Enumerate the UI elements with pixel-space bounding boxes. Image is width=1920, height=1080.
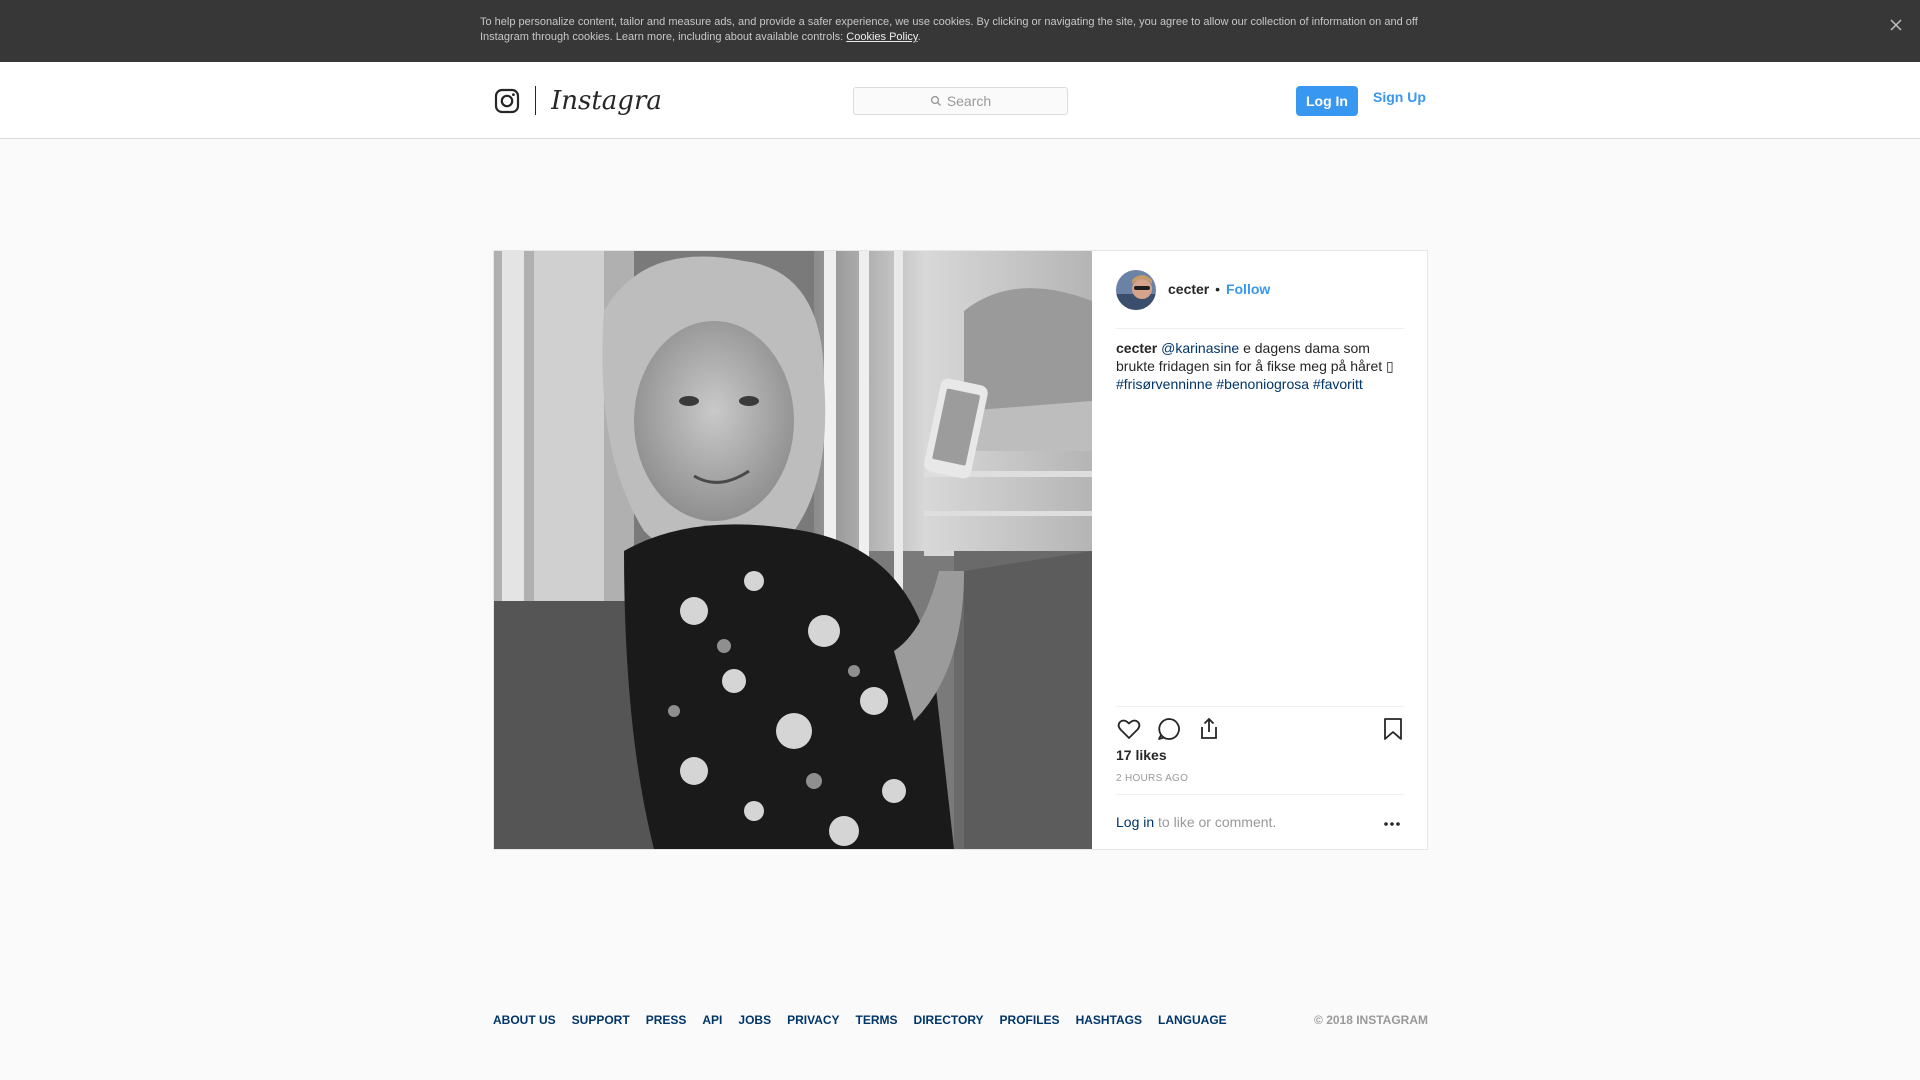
- footer-link-directory[interactable]: Directory: [914, 1013, 984, 1027]
- hashtag-link[interactable]: #benoniogrosa: [1216, 376, 1309, 392]
- share-icon[interactable]: [1196, 716, 1222, 742]
- post-caption: cecter @karinasine e dagens dama som bru…: [1116, 339, 1404, 393]
- comment-prompt-row: Log in to like or comment.: [1116, 794, 1404, 849]
- hashtag-link[interactable]: #frisørvenninne: [1116, 376, 1213, 392]
- post-sidebar: cecter • Follow cecter @karinasine e dag…: [1092, 251, 1427, 849]
- footer-link-api[interactable]: API: [702, 1013, 722, 1027]
- footer-link-terms[interactable]: Terms: [856, 1013, 898, 1027]
- top-navigation-bar: Instagram Search Log In Sign Up: [0, 62, 1920, 139]
- post-header: cecter • Follow: [1116, 251, 1404, 329]
- footer: About Us Support Press API Jobs Privacy …: [493, 1013, 1428, 1033]
- cookie-banner: To help personalize content, tailor and …: [0, 0, 1920, 62]
- search-placeholder: Search: [946, 93, 992, 109]
- caption-emoji: ▯: [1386, 358, 1394, 374]
- log-in-link[interactable]: Log in: [1116, 814, 1154, 830]
- comment-prompt-text: to like or comment.: [1154, 814, 1277, 830]
- logo-divider: [535, 86, 536, 115]
- sign-up-link[interactable]: Sign Up: [1373, 89, 1426, 105]
- post-photo[interactable]: [494, 251, 1092, 849]
- close-icon[interactable]: [1886, 15, 1906, 35]
- post-card: cecter • Follow cecter @karinasine e dag…: [493, 250, 1428, 850]
- avatar[interactable]: [1116, 270, 1156, 310]
- likes-count[interactable]: 17 likes: [1116, 747, 1167, 763]
- separator-dot: •: [1215, 281, 1221, 297]
- heart-icon[interactable]: [1116, 716, 1142, 742]
- footer-nav: About Us Support Press API Jobs Privacy …: [493, 1013, 1227, 1027]
- post-actions: [1116, 706, 1404, 740]
- caption-username[interactable]: cecter: [1116, 340, 1157, 356]
- copyright-text: © 2018 Instagram: [1314, 1013, 1428, 1027]
- wordmark-text: Instagram: [551, 86, 661, 116]
- footer-link-about-us[interactable]: About Us: [493, 1013, 556, 1027]
- footer-link-jobs[interactable]: Jobs: [738, 1013, 771, 1027]
- cookie-notice-body: To help personalize content, tailor and …: [480, 16, 1418, 43]
- footer-link-profiles[interactable]: Profiles: [1000, 1013, 1060, 1027]
- caption-text: e dagens dama som brukte fridagen sin fo…: [1116, 340, 1387, 374]
- hashtag-link[interactable]: #favoritt: [1313, 376, 1363, 392]
- instagram-glyph-icon[interactable]: [494, 88, 520, 114]
- log-in-button[interactable]: Log In: [1296, 86, 1358, 116]
- footer-link-language[interactable]: Language: [1158, 1013, 1227, 1027]
- follow-button[interactable]: Follow: [1226, 281, 1270, 297]
- footer-link-privacy[interactable]: Privacy: [787, 1013, 839, 1027]
- instagram-wordmark-logo[interactable]: Instagram: [550, 80, 687, 120]
- comment-icon[interactable]: [1156, 716, 1182, 742]
- bookmark-icon[interactable]: [1380, 716, 1406, 742]
- footer-link-press[interactable]: Press: [646, 1013, 687, 1027]
- post-timestamp: 2 HOURS AGO: [1116, 773, 1189, 784]
- footer-link-hashtags[interactable]: Hashtags: [1076, 1013, 1142, 1027]
- footer-link-support[interactable]: Support: [572, 1013, 630, 1027]
- cookie-notice-period: .: [917, 31, 921, 43]
- caption-mention[interactable]: @karinasine: [1161, 340, 1239, 356]
- post-author-row: cecter • Follow: [1168, 281, 1270, 297]
- cookies-policy-link[interactable]: Cookies Policy: [846, 31, 917, 43]
- search-input[interactable]: Search: [853, 87, 1068, 115]
- search-icon: [930, 95, 941, 106]
- comment-prompt: Log in to like or comment.: [1116, 814, 1276, 830]
- post-author-username[interactable]: cecter: [1168, 281, 1209, 297]
- cookie-notice-text: To help personalize content, tailor and …: [480, 15, 1420, 45]
- more-options-icon[interactable]: [1380, 817, 1404, 831]
